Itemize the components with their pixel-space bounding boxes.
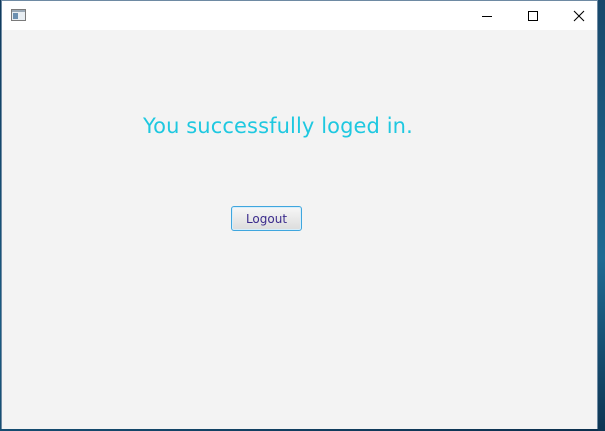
app-window: You successfully loged in. Logout [1, 0, 598, 429]
app-window-icon[interactable] [11, 9, 26, 21]
close-button[interactable] [556, 1, 602, 30]
login-success-message: You successfully loged in. [143, 114, 413, 138]
logout-button[interactable]: Logout [231, 206, 302, 231]
maximize-icon [528, 10, 538, 21]
desktop-edge [598, 0, 605, 431]
maximize-button[interactable] [510, 1, 556, 30]
content-area: You successfully loged in. Logout [2, 30, 597, 429]
minimize-icon [482, 15, 492, 17]
minimize-button[interactable] [464, 1, 510, 30]
close-icon [573, 10, 585, 21]
title-bar[interactable] [2, 1, 597, 30]
